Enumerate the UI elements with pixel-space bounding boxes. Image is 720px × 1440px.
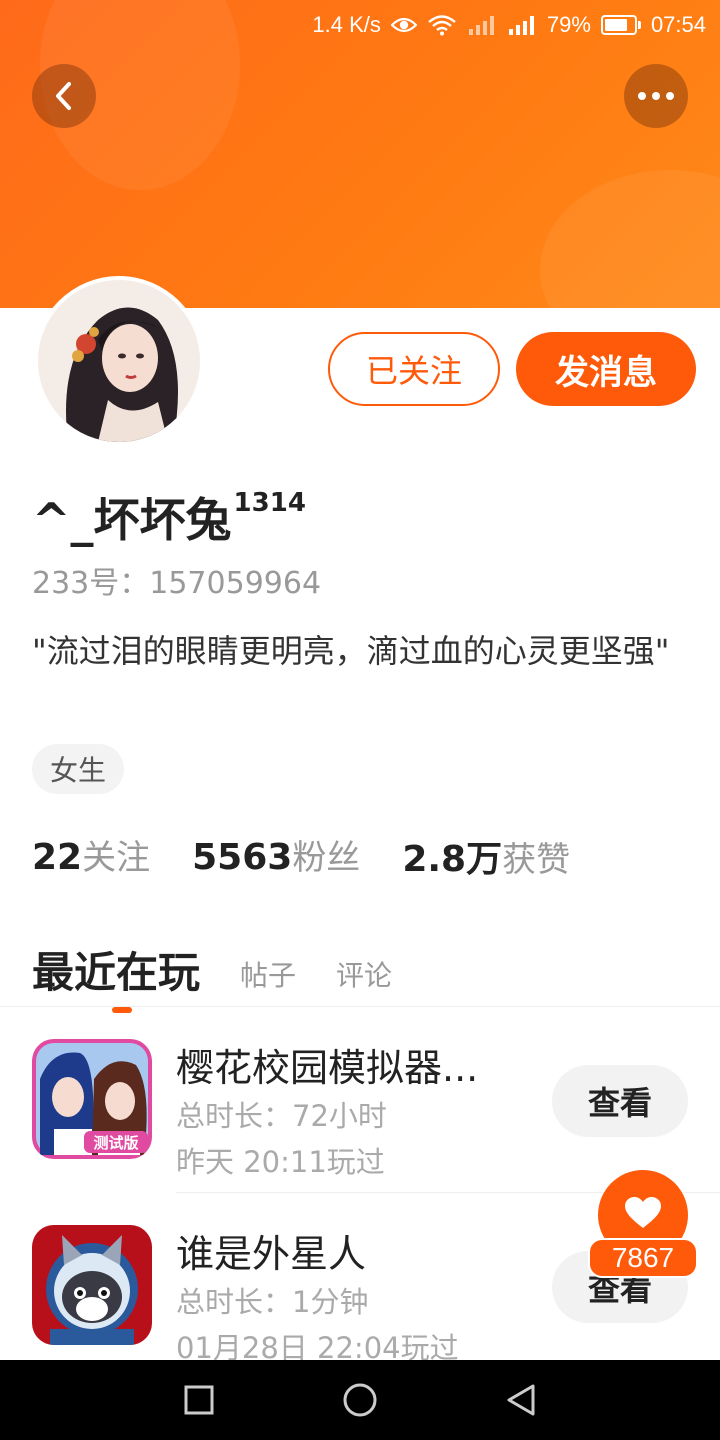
user-id: 233号：157059964 [32,566,322,601]
sakura-game-icon: 测试版 [32,1039,152,1159]
game-duration: 总时长：72小时 [176,1099,387,1133]
tab-recently-played[interactable]: 最近在玩 [32,939,201,1013]
status-bar: 1.4 K/s 79% 07:54 [312,8,706,42]
stat-number: 22 [32,837,83,878]
game-icon [32,1225,152,1345]
username-superscript: 1314 [233,488,306,518]
game-title: 谁是外星人 [176,1232,367,1276]
stat-fans[interactable]: 5563粉丝 [192,830,360,882]
game-title: 樱花校园模拟器... [176,1046,479,1090]
clock: 07:54 [650,12,706,37]
stat-label: 获赞 [502,840,571,880]
game-duration: 总时长：1分钟 [176,1285,369,1319]
more-options-button[interactable] [624,64,688,128]
username: ^_坏坏兔1314 [32,484,306,550]
username-text: ^_坏坏兔 [32,493,232,547]
back-icon[interactable] [505,1383,537,1417]
stat-number: 2.8万 [402,839,503,880]
system-navigation-bar [0,1360,720,1440]
signal-icon [467,14,497,36]
cellular-signal-icon [507,14,537,36]
recent-apps-icon[interactable] [183,1384,215,1416]
avatar[interactable] [34,276,204,446]
stat-label: 关注 [82,838,151,878]
avatar-illustration [38,280,200,442]
home-icon[interactable] [342,1382,378,1418]
like-count: 7867 [588,1238,698,1278]
battery-percent: 79% [546,12,591,37]
profile-stats: 22关注 5563粉丝 2.8万获赞 [32,830,570,882]
battery-icon [600,15,641,35]
profile-header-banner: 1.4 K/s 79% 07:54 [0,0,720,308]
wifi-icon [427,14,457,36]
gender-tag: 女生 [32,744,125,794]
stat-following[interactable]: 22关注 [32,830,150,882]
game-last-played: 昨天 20:11玩过 [176,1145,385,1179]
stat-label: 粉丝 [292,838,361,878]
chevron-left-icon [56,82,71,110]
more-dots-icon [638,92,674,100]
game-icon: 测试版 [32,1039,152,1159]
eye-icon [390,16,417,34]
user-bio: "流过泪的眼睛更明亮，滴过血的心灵更坚强" [32,632,670,670]
alien-game-icon [32,1225,152,1345]
network-speed: 1.4 K/s [312,12,381,37]
send-message-button[interactable]: 发消息 [516,332,696,406]
tab-comments[interactable]: 评论 [336,954,392,1000]
stat-likes: 2.8万获赞 [402,830,570,882]
header-decoration [540,170,720,308]
view-button[interactable]: 查看 [552,1065,688,1137]
stat-number: 5563 [192,837,293,878]
back-button[interactable] [32,64,96,128]
heart-icon [625,1197,661,1228]
tab-label: 最近在玩 [32,948,201,997]
tab-posts[interactable]: 帖子 [240,954,296,1000]
list-item[interactable]: 测试版 樱花校园模拟器... 总时长：72小时 昨天 20:11玩过 查看 [0,1007,720,1193]
profile-tabs: 最近在玩 帖子 评论 [32,930,392,1013]
followed-button[interactable]: 已关注 [328,332,500,406]
test-version-badge: 测试版 [93,1134,138,1152]
